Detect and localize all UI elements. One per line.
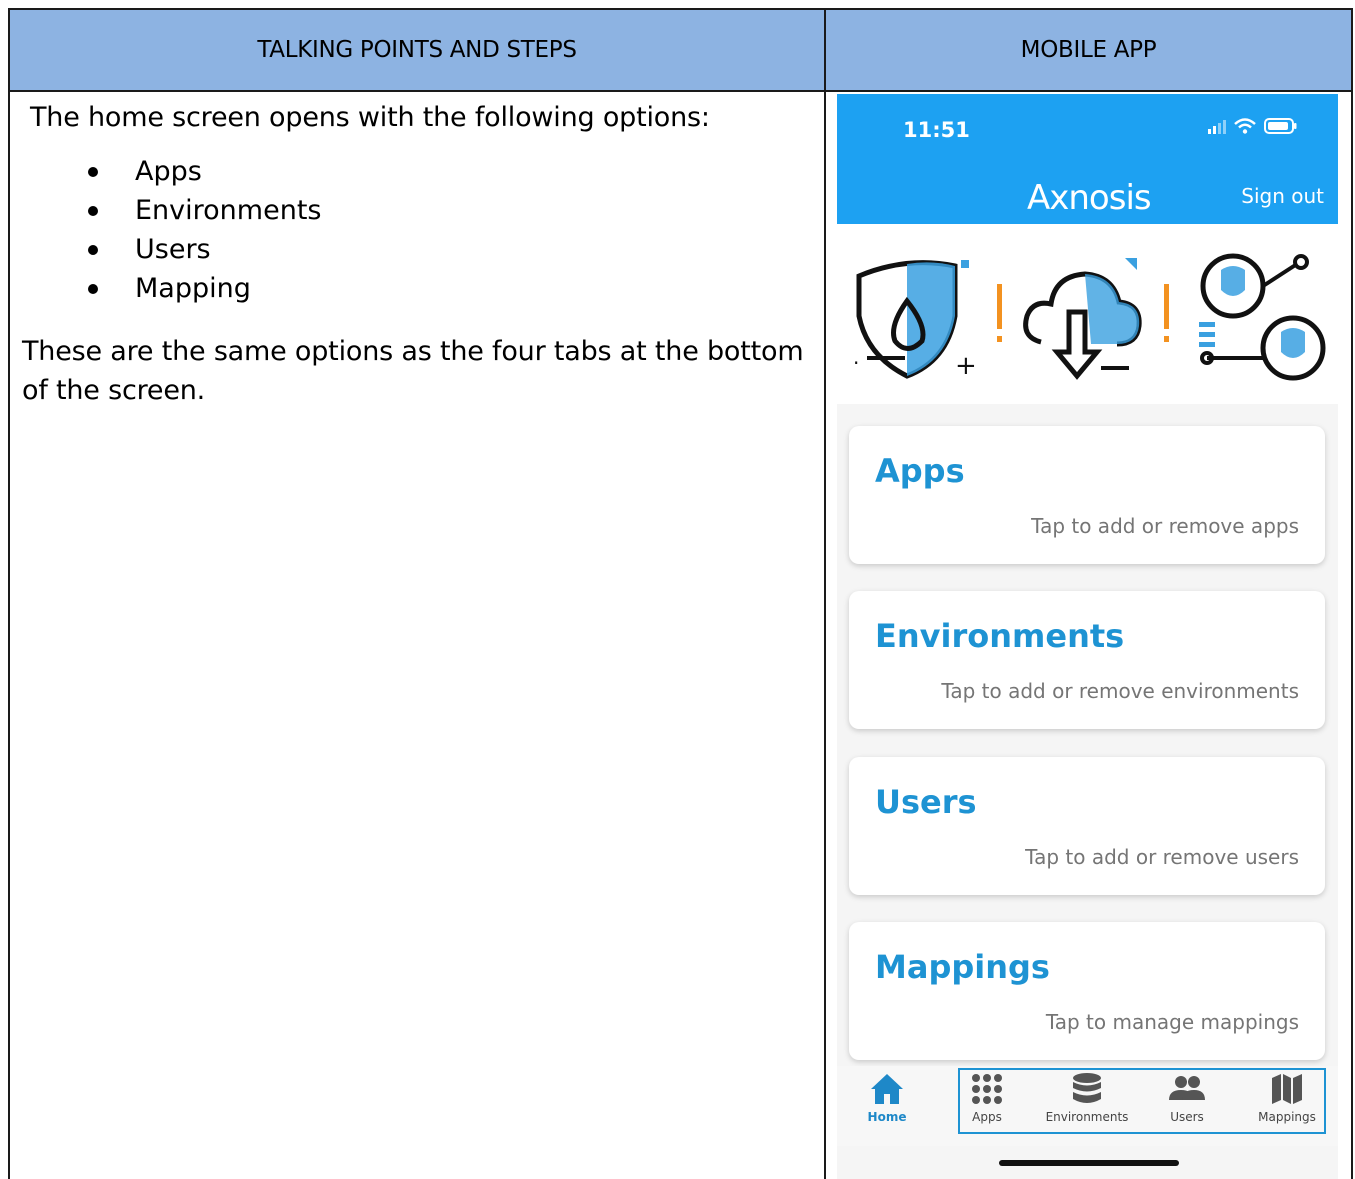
phone-screenshot: 11:51 Axnosis Sign out · + Apps Tap to a… [837,94,1338,1179]
banner-illustration: · + [837,224,1338,404]
tab-users[interactable]: Users [1147,1072,1227,1124]
tab-environments[interactable]: Environments [1045,1072,1129,1124]
tab-label: Mappings [1258,1110,1316,1124]
intro-text: The home screen opens with the following… [30,102,710,133]
card-title: Users [875,783,977,821]
grid-dots-icon [972,1074,1002,1104]
status-icons [1208,118,1298,134]
users-card[interactable]: Users Tap to add or remove users [849,757,1325,895]
apps-card[interactable]: Apps Tap to add or remove apps [849,426,1325,564]
list-item-text: Apps [135,156,202,187]
wifi-icon [1234,118,1256,134]
list-item: Users [22,230,812,269]
separator-orange [997,336,1002,342]
home-indicator-bar [999,1160,1179,1166]
tab-label: Users [1170,1110,1204,1124]
map-icon [1272,1074,1302,1104]
tab-apps[interactable]: Apps [947,1072,1027,1124]
home-icon [871,1074,903,1104]
list-item-text: Users [135,234,211,265]
card-subtitle: Tap to add or remove apps [1031,514,1299,538]
list-item: Environments [22,191,812,230]
database-icon [1073,1073,1101,1103]
col-header-talking-points: TALKING POINTS AND STEPS [257,37,577,63]
axnosis-logo: Axnosis [1027,178,1152,218]
bullet-icon [88,244,98,255]
col-header-mobile-app: MOBILE APP [1020,37,1157,63]
list-item-text: Mapping [135,273,251,304]
bullet-icon [88,166,98,177]
app-header: 11:51 Axnosis Sign out [837,94,1338,224]
card-title: Mappings [875,948,1050,986]
tab-label: Home [867,1110,907,1124]
users-icon [1169,1076,1205,1100]
card-subtitle: Tap to manage mappings [1045,1010,1299,1034]
environments-card[interactable]: Environments Tap to add or remove enviro… [849,591,1325,729]
tab-label: Environments [1045,1110,1129,1124]
svg-text:+: + [955,351,977,381]
user-network-icon [1199,253,1326,381]
separator-orange [1164,284,1169,329]
card-title: Apps [875,452,965,490]
tab-label: Apps [972,1110,1002,1124]
options-list: Apps Environments Users Mapping [22,152,812,308]
bullet-icon [88,205,98,216]
column-divider [824,10,826,1179]
card-subtitle: Tap to add or remove users [1025,845,1299,869]
tab-mappings[interactable]: Mappings [1247,1072,1327,1124]
cloud-download-icon [1023,258,1142,380]
tab-home[interactable]: Home [847,1072,927,1124]
table-header-row: TALKING POINTS AND STEPS MOBILE APP [10,10,1351,92]
separator-orange [997,284,1002,329]
battery-icon [1264,118,1297,134]
talking-points-cell: The home screen opens with the following… [22,94,812,410]
list-item: Apps [22,152,812,191]
svg-text:·: · [853,351,859,375]
card-subtitle: Tap to add or remove environments [941,679,1299,703]
sign-out-button[interactable]: Sign out [1241,184,1324,208]
bullet-icon [88,283,98,294]
separator-orange [1164,336,1169,342]
mappings-card[interactable]: Mappings Tap to manage mappings [849,922,1325,1060]
list-item: Mapping [22,269,812,308]
signal-icon [1208,120,1226,134]
bottom-tab-bar: Home Apps Environments Users Mappings [837,1066,1338,1146]
shield-drop-icon: · + [853,260,977,381]
list-item-text: Environments [135,195,322,226]
card-title: Environments [875,617,1125,655]
status-time: 11:51 [903,118,970,142]
outro-text: These are the same options as the four t… [22,336,804,406]
